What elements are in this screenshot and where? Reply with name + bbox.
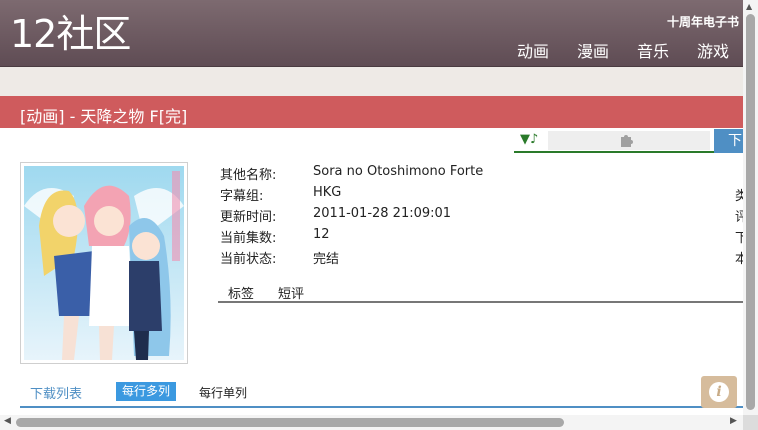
detail-label: 字幕组: [220,189,264,204]
detail-label-cut: 类 [735,189,743,204]
nav-item-music[interactable]: 音乐 [637,38,669,62]
detail-label: 更新时间: [220,210,277,225]
download-list-title: 下载列表 [30,387,83,402]
horizontal-scroll-thumb[interactable] [16,418,564,427]
download-list-header: 下载列表 每行多列 每行单列 [20,380,743,408]
vertical-scroll-thumb[interactable] [746,14,755,410]
music-player[interactable]: ▼♪ [514,129,714,153]
detail-value: HKG [313,185,342,200]
cover-art [24,166,184,360]
mode-multi-column-button[interactable]: 每行多列 [116,382,177,401]
title-bar: [动画] - 天降之物 F[完] [0,96,743,128]
detail-tabs: 标签 短评 [218,281,743,303]
puzzle-icon [618,131,636,153]
nav-item-manga[interactable]: 漫画 [577,38,609,62]
site-logo[interactable]: 12社区 [10,12,131,56]
detail-label: 其他名称: [220,168,277,183]
detail-label-cut: 本 [735,252,743,267]
mode-single-column-button[interactable]: 每行单列 [199,384,247,401]
detail-value: 2011-01-28 21:09:01 [313,206,452,221]
tab-tags[interactable]: 标签 [228,283,254,302]
main-nav: 动画 漫画 音乐 游戏 [517,38,729,62]
tab-short-review[interactable]: 短评 [278,283,304,302]
promo-link[interactable]: 十周年电子书 [667,13,739,30]
scroll-corner [743,415,758,430]
vertical-scrollbar[interactable]: ▲ [743,0,758,415]
page-title: [动画] - 天降之物 F[完] [20,107,188,126]
site-header: 12社区 十周年电子书 动画 漫画 音乐 游戏 [0,0,743,67]
info-button[interactable]: i [701,376,737,408]
toolbar: ▼♪ 下 [514,129,743,153]
detail-value: 12 [313,227,330,242]
horizontal-scrollbar[interactable]: ◀ ▶ [0,415,743,430]
scroll-left-icon[interactable]: ◀ [4,416,11,426]
detail-label-cut: 下 [735,231,743,246]
detail-value: 完结 [313,252,340,267]
detail-value: Sora no Otoshimono Forte [313,164,484,179]
scroll-up-icon[interactable]: ▲ [746,2,752,11]
detail-label: 当前集数: [220,231,277,246]
cover-image [20,162,188,364]
detail-label: 当前状态: [220,252,277,267]
plugin-placeholder[interactable] [548,131,710,150]
nav-item-games[interactable]: 游戏 [697,38,729,62]
sub-bar [0,67,743,96]
download-button[interactable]: 下 [714,129,743,153]
scroll-right-icon[interactable]: ▶ [730,416,737,426]
info-icon: i [709,382,729,402]
music-note-icon[interactable]: ▼♪ [520,132,538,147]
nav-item-anime[interactable]: 动画 [517,38,549,62]
detail-label-cut: 评 [735,210,743,225]
